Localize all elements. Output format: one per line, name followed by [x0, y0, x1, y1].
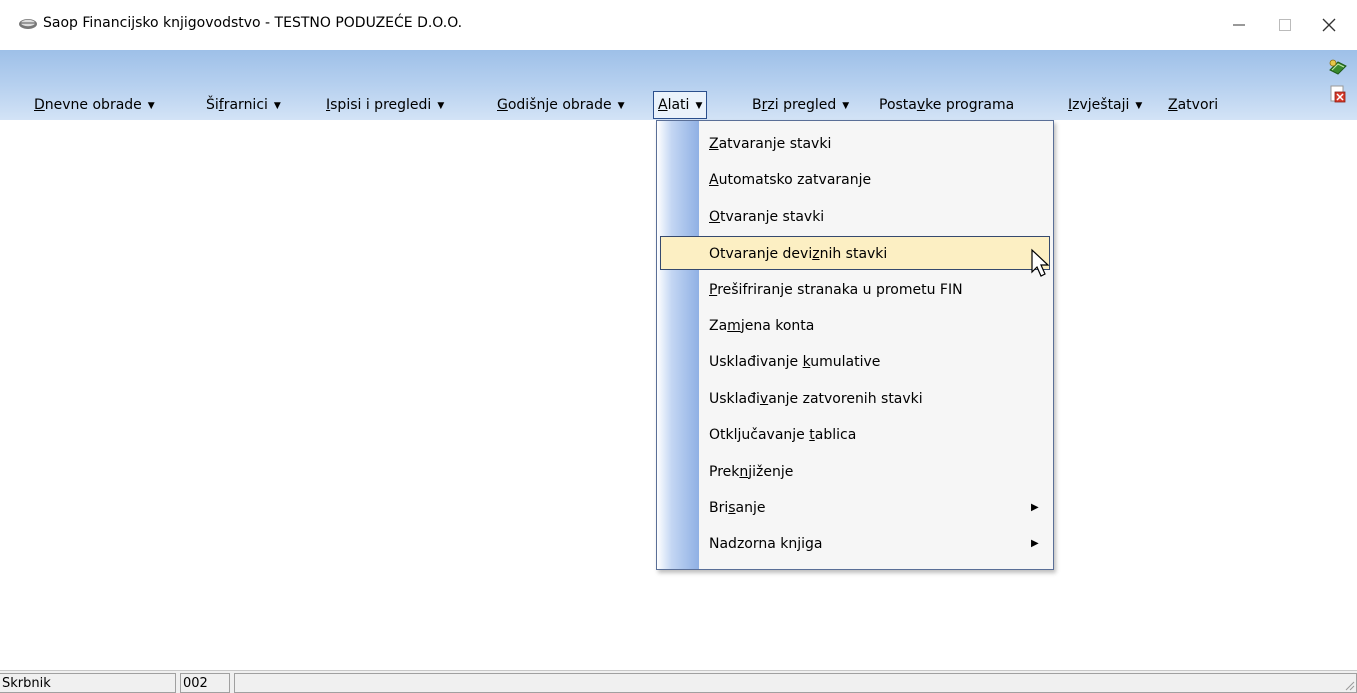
menu-label-part: zvještaji [1072, 97, 1130, 113]
dropdown-arrow-icon: ▼ [617, 101, 625, 111]
title-bar: Saop Financijsko knjigovodstvo - TESTNO … [0, 0, 1357, 50]
menuitem-zamjena-konta[interactable]: Zamjena konta [657, 309, 1053, 343]
menu-mnemonic: G [497, 97, 508, 113]
dropdown-arrow-icon: ▼ [273, 101, 281, 111]
menu-zatvori[interactable]: Zatvori [1168, 92, 1218, 118]
minimize-button[interactable] [1216, 0, 1262, 50]
menu-mnemonic: D [34, 97, 45, 113]
menuitem-brisanje[interactable]: Brisanje ▶ [657, 491, 1053, 525]
menu-label-part: lati [667, 97, 690, 113]
maximize-icon [1279, 19, 1291, 31]
close-button[interactable] [1306, 0, 1352, 50]
menuitem-label: Brisanje [709, 500, 766, 516]
menu-dnevne-obrade[interactable]: Dnevne obrade ▼ [34, 92, 155, 118]
menu-sifrarnici[interactable]: Šifrarnici ▼ [206, 92, 281, 118]
menu-label-part: Posta [879, 97, 917, 113]
menuitem-label: Zatvaranje stavki [709, 136, 832, 152]
menuitem-label: Automatsko zatvaranje [709, 172, 872, 189]
menu-mnemonic: v [916, 97, 926, 113]
menuitem-label: Usklađivanje zatvorenih stavki [709, 390, 923, 407]
minimize-icon [1233, 24, 1245, 26]
menu-brzi-pregled[interactable]: Brzi pregled ▼ [752, 92, 849, 118]
menuitem-label: Prešifriranje stranaka u prometu FIN [709, 281, 963, 298]
menu-label-part: ke programa [925, 97, 1015, 113]
menu-izvjestaji[interactable]: Izvještaji ▼ [1068, 92, 1142, 118]
close-icon [1322, 18, 1336, 32]
menuitem-label: Otključavanje tablica [709, 427, 857, 444]
menuitem-label: Otvaranje stavki [709, 208, 825, 225]
menu-label-part: atvori [1177, 97, 1219, 113]
maximize-button[interactable] [1262, 0, 1308, 50]
menuitem-nadzorna-knjiga[interactable]: Nadzorna knjiga ▶ [657, 527, 1053, 561]
menuitem-label: Zamjena konta [709, 318, 815, 334]
status-bar: Skrbnik 002 [0, 670, 1357, 693]
menu-label-part: odišnje obrade [507, 97, 612, 113]
menu-mnemonic: Z [1168, 97, 1178, 113]
book-icon [19, 19, 37, 29]
menuitem-label: Preknjiženje [709, 463, 794, 480]
menuitem-uskladivanje-zatvorenih-stavki[interactable]: Usklađivanje zatvorenih stavki [657, 382, 1053, 416]
dropdown-arrow-icon: ▼ [1135, 101, 1143, 111]
menuitem-label: Nadzorna knjiga [709, 536, 823, 553]
dropdown-arrow-icon: ▼ [695, 101, 703, 111]
status-message [234, 673, 1357, 693]
menuitem-otvaranje-deviznih-stavki[interactable]: Otvaranje deviznih stavki [660, 236, 1050, 271]
menu-godisnje-obrade[interactable]: Godišnje obrade ▼ [497, 92, 625, 118]
menuitem-label: Usklađivanje kumulative [709, 354, 881, 371]
menu-label-part: B [752, 97, 762, 113]
dropdown-arrow-icon: ▼ [437, 101, 445, 111]
dropdown-arrow-icon: ▼ [842, 101, 850, 111]
menuitem-label: Otvaranje deviznih stavki [709, 246, 888, 263]
menuitem-zatvaranje-stavki[interactable]: Zatvaranje stavki [657, 127, 1053, 161]
status-user: Skrbnik [0, 673, 176, 693]
window-title: Saop Financijsko knjigovodstvo - TESTNO … [43, 15, 463, 31]
menu-label-part: nevne obrade [44, 97, 142, 113]
resize-grip-icon[interactable] [1343, 679, 1355, 691]
menuitem-presifriranje-stranaka[interactable]: Prešifriranje stranaka u prometu FIN [657, 273, 1053, 307]
alati-dropdown-menu: Zatvaranje stavki Automatsko zatvaranje Ot… [656, 120, 1054, 570]
exit-document-icon[interactable] [1330, 85, 1346, 103]
status-code: 002 [180, 673, 230, 693]
submenu-arrow-icon: ▶ [1031, 538, 1039, 550]
mouse-pointer-icon [1031, 248, 1050, 277]
menu-label-part: zi pregled [767, 97, 837, 113]
menu-alati[interactable]: Alati ▼ [652, 91, 708, 119]
menu-ispisi-i-pregledi[interactable]: Ispisi i pregledi ▼ [326, 92, 444, 118]
submenu-arrow-icon: ▶ [1031, 502, 1039, 513]
menu-label-part: Ši [206, 97, 219, 113]
dropdown-arrow-icon: ▼ [147, 101, 155, 111]
menuitem-automatsko-zatvaranje[interactable]: Automatsko zatvaranje [657, 163, 1053, 197]
menu-mnemonic: A [658, 97, 668, 113]
menuitem-uskladivanje-kumulative[interactable]: Usklađivanje kumulative [657, 345, 1053, 379]
menu-label-part: spisi i pregledi [330, 97, 432, 113]
menuitem-otvaranje-stavki[interactable]: Otvaranje stavki [657, 200, 1053, 234]
menu-label-part: rarnici [223, 97, 268, 113]
help-book-icon[interactable] [1328, 58, 1348, 76]
menuitem-otkljucavanje-tablica[interactable]: Otključavanje tablica [657, 418, 1053, 452]
menuitem-preknjizenje[interactable]: Preknjiženje [657, 455, 1053, 489]
menu-postavke-programa[interactable]: Postavke programa [879, 92, 1014, 118]
